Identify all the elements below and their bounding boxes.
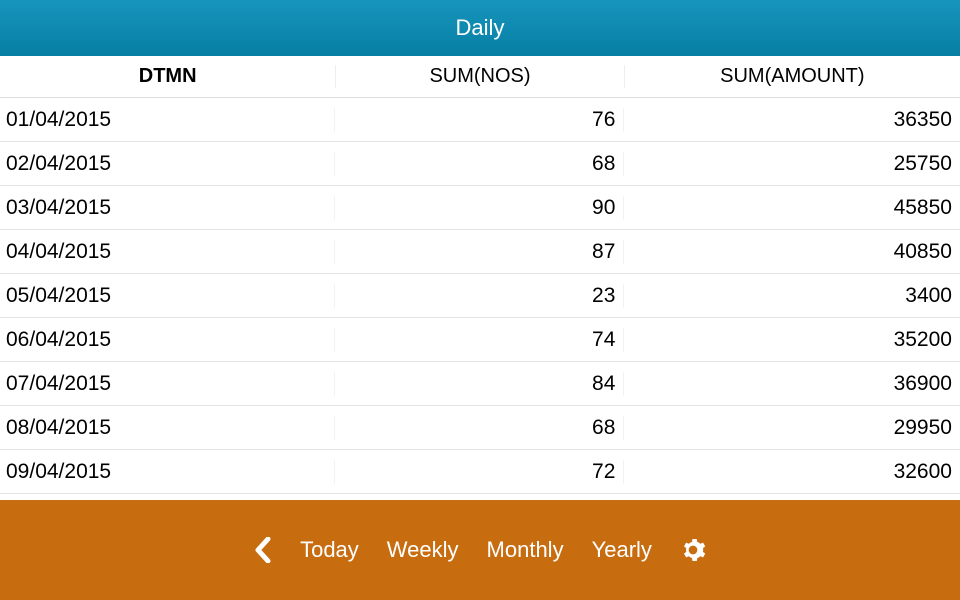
cell-dtmn: 09/04/2015 xyxy=(0,460,335,484)
cell-amount: 25750 xyxy=(624,152,960,176)
table-row[interactable]: 07/04/20158436900 xyxy=(0,362,960,406)
column-header-dtmn: DTMN xyxy=(0,65,336,88)
cell-amount: 29950 xyxy=(624,416,960,440)
nav-weekly[interactable]: Weekly xyxy=(387,537,459,563)
column-header-nos: SUM(NOS) xyxy=(336,65,624,88)
data-table: DTMN SUM(NOS) SUM(AMOUNT) 01/04/20157636… xyxy=(0,56,960,500)
cell-dtmn: 06/04/2015 xyxy=(0,328,335,352)
table-row[interactable]: 04/04/20158740850 xyxy=(0,230,960,274)
table-row[interactable]: 08/04/20156829950 xyxy=(0,406,960,450)
cell-dtmn: 08/04/2015 xyxy=(0,416,335,440)
table-row[interactable]: 03/04/20159045850 xyxy=(0,186,960,230)
cell-nos: 23 xyxy=(335,284,625,308)
cell-amount: 3400 xyxy=(624,284,960,308)
cell-amount: 36900 xyxy=(624,372,960,396)
cell-nos: 90 xyxy=(335,196,625,220)
table-header-row: DTMN SUM(NOS) SUM(AMOUNT) xyxy=(0,56,960,98)
footer-toolbar: Today Weekly Monthly Yearly xyxy=(0,500,960,600)
table-row[interactable]: 09/04/20157232600 xyxy=(0,450,960,494)
nav-today[interactable]: Today xyxy=(300,537,359,563)
cell-nos: 68 xyxy=(335,416,625,440)
app-root: Daily DTMN SUM(NOS) SUM(AMOUNT) 01/04/20… xyxy=(0,0,960,600)
cell-nos: 76 xyxy=(335,108,625,132)
back-button[interactable] xyxy=(254,537,272,563)
cell-dtmn: 07/04/2015 xyxy=(0,372,335,396)
nav-yearly[interactable]: Yearly xyxy=(592,537,652,563)
table-row[interactable]: 02/04/20156825750 xyxy=(0,142,960,186)
cell-dtmn: 02/04/2015 xyxy=(0,152,335,176)
settings-button[interactable] xyxy=(680,537,706,563)
cell-dtmn: 05/04/2015 xyxy=(0,284,335,308)
cell-dtmn: 03/04/2015 xyxy=(0,196,335,220)
cell-nos: 84 xyxy=(335,372,625,396)
cell-amount: 35200 xyxy=(624,328,960,352)
column-header-amount: SUM(AMOUNT) xyxy=(625,65,960,88)
cell-nos: 72 xyxy=(335,460,625,484)
gear-icon xyxy=(680,537,706,563)
table-row[interactable]: 06/04/20157435200 xyxy=(0,318,960,362)
cell-amount: 45850 xyxy=(624,196,960,220)
chevron-left-icon xyxy=(254,537,272,563)
header-bar: Daily xyxy=(0,0,960,56)
cell-amount: 32600 xyxy=(624,460,960,484)
cell-nos: 87 xyxy=(335,240,625,264)
cell-dtmn: 01/04/2015 xyxy=(0,108,335,132)
cell-nos: 74 xyxy=(335,328,625,352)
table-row[interactable]: 05/04/2015233400 xyxy=(0,274,960,318)
cell-amount: 40850 xyxy=(624,240,960,264)
table-row[interactable]: 01/04/20157636350 xyxy=(0,98,960,142)
cell-nos: 68 xyxy=(335,152,625,176)
table-body: 01/04/2015763635002/04/2015682575003/04/… xyxy=(0,98,960,494)
page-title: Daily xyxy=(456,15,505,41)
nav-monthly[interactable]: Monthly xyxy=(487,537,564,563)
cell-amount: 36350 xyxy=(624,108,960,132)
cell-dtmn: 04/04/2015 xyxy=(0,240,335,264)
